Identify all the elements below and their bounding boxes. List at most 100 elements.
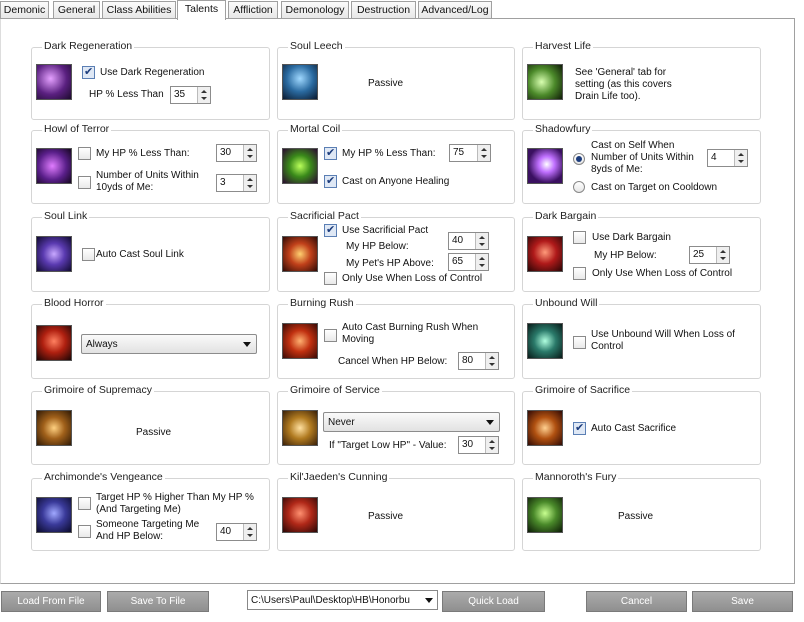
cast-on-self-radio[interactable]	[573, 153, 585, 165]
use-sacrificial-pact-checkbox[interactable]	[324, 223, 337, 237]
tab-affliction[interactable]: Affliction	[228, 1, 278, 19]
grimoire-service-select[interactable]: Never	[323, 412, 500, 432]
group-title: Burning Rush	[288, 297, 356, 309]
target-hp-higher-checkbox[interactable]	[78, 497, 91, 510]
group-title: Dark Bargain	[533, 210, 599, 222]
someone-targeting-spinner[interactable]: 40	[216, 523, 257, 541]
group-title: Sacrificial Pact	[288, 210, 361, 222]
grimoire-service-group: Grimoire of Service Never If "Target Low…	[277, 384, 515, 465]
unbound-will-label: Use Unbound Will When Loss of Control	[591, 329, 735, 352]
grimoire-supremacy-group: Grimoire of Supremacy Passive	[31, 384, 270, 465]
group-title: Unbound Will	[533, 297, 600, 309]
howl-of-terror-group: Howl of Terror My HP % Less Than: 30 Num…	[31, 123, 270, 204]
cast-on-healing-checkbox[interactable]	[324, 174, 337, 188]
dark-bargain-icon	[527, 236, 563, 272]
shadowfury-icon	[527, 148, 563, 184]
cancel-hp-label: Cancel When HP Below:	[338, 356, 448, 367]
pet-hp-spinner[interactable]: 65	[448, 253, 489, 271]
blood-horror-icon	[36, 325, 72, 361]
auto-cast-sacrifice-checkbox[interactable]	[573, 421, 586, 435]
tab-demonology[interactable]: Demonology	[281, 1, 349, 19]
shadowfury-group: Shadowfury Cast on Self When Number of U…	[522, 123, 761, 204]
group-title: Grimoire of Supremacy	[42, 384, 154, 396]
spinner-value: 30	[462, 439, 474, 450]
tab-bar: Demonic General Class Abilities Talents …	[0, 0, 804, 20]
spinner-value: 40	[452, 235, 464, 246]
howl-hp-label: My HP % Less Than:	[96, 148, 190, 159]
profile-path-select[interactable]: C:\Users\Paul\Desktop\HB\Honorbu	[247, 590, 438, 610]
harvest-life-icon	[527, 64, 563, 100]
cancel-button[interactable]: Cancel	[586, 591, 687, 612]
sacrificial-hp-spinner[interactable]: 40	[448, 232, 489, 250]
cancel-hp-spinner[interactable]: 80	[458, 352, 499, 370]
group-title: Kil'Jaeden's Cunning	[288, 471, 390, 483]
unbound-will-icon	[527, 323, 563, 359]
passive-label: Passive	[368, 78, 404, 89]
shadowfury-units-spinner[interactable]: 4	[707, 149, 748, 167]
tab-destruction[interactable]: Destruction	[351, 1, 416, 19]
target-low-hp-label: If "Target Low HP" - Value:	[329, 440, 447, 451]
use-dark-bargain-checkbox[interactable]	[573, 231, 586, 244]
spinner-value: 80	[462, 355, 474, 366]
cast-on-self-label: Cast on Self When Number of Units Within…	[591, 140, 694, 175]
spinner-value: 75	[453, 147, 465, 158]
hp-less-than-spinner[interactable]: 35	[170, 86, 211, 104]
burning-rush-group: Burning Rush Auto Cast Burning Rush When…	[277, 297, 515, 379]
sacrificial-pact-group: Sacrificial Pact Use Sacrificial Pact My…	[277, 210, 515, 292]
spinner-value: 40	[220, 526, 232, 537]
auto-cast-sacrifice-label: Auto Cast Sacrifice	[591, 423, 677, 434]
grimoire-sacrifice-icon	[527, 410, 563, 446]
mortal-coil-hp-checkbox[interactable]	[324, 146, 337, 160]
sacrificial-loss-control-checkbox[interactable]	[324, 272, 337, 285]
dark-bargain-loss-control-checkbox[interactable]	[573, 267, 586, 280]
howl-units-spinner[interactable]: 3	[216, 174, 257, 192]
passive-label: Passive	[136, 427, 172, 438]
mannoroths-fury-icon	[527, 497, 563, 533]
blood-horror-select[interactable]: Always	[81, 334, 257, 354]
grimoire-service-icon	[282, 410, 318, 446]
mortal-coil-hp-spinner[interactable]: 75	[449, 144, 491, 162]
cast-on-target-radio[interactable]	[573, 181, 585, 193]
save-button[interactable]: Save	[692, 591, 793, 612]
someone-targeting-checkbox[interactable]	[78, 525, 91, 538]
use-dark-regeneration-checkbox[interactable]	[82, 65, 95, 79]
sacrificial-pact-icon	[282, 236, 318, 272]
tab-general[interactable]: General	[53, 1, 100, 19]
spinner-value: 65	[452, 256, 464, 267]
auto-cast-soul-link-checkbox[interactable]	[82, 248, 95, 261]
select-value: Never	[328, 417, 355, 428]
save-to-file-button[interactable]: Save To File	[107, 591, 209, 612]
unbound-will-checkbox[interactable]	[573, 336, 586, 349]
spinner-value: 25	[693, 249, 705, 260]
chevron-down-icon	[486, 420, 494, 425]
group-title: Grimoire of Sacrifice	[533, 384, 633, 396]
use-dark-bargain-label: Use Dark Bargain	[592, 232, 671, 243]
tab-demonic[interactable]: Demonic	[0, 1, 49, 19]
quick-load-button[interactable]: Quick Load	[442, 591, 545, 612]
dark-bargain-hp-spinner[interactable]: 25	[689, 246, 730, 264]
auto-cast-soul-link-label: Auto Cast Soul Link	[96, 249, 184, 260]
dark-bargain-hp-label: My HP Below:	[594, 250, 657, 261]
howl-hp-checkbox[interactable]	[78, 147, 91, 160]
spinner-value: 4	[711, 152, 717, 163]
tab-advanced-log[interactable]: Advanced/Log	[418, 1, 492, 19]
tab-class-abilities[interactable]: Class Abilities	[102, 1, 176, 19]
pet-hp-label: My Pet's HP Above:	[346, 258, 434, 269]
dark-regeneration-group: Dark Regeneration Use Dark Regeneration …	[31, 40, 270, 120]
group-title: Mannoroth's Fury	[533, 471, 619, 483]
target-low-hp-spinner[interactable]: 30	[458, 436, 499, 454]
unbound-will-group: Unbound Will Use Unbound Will When Loss …	[522, 297, 761, 379]
passive-label: Passive	[368, 511, 404, 522]
howl-units-checkbox[interactable]	[78, 176, 91, 189]
harvest-life-note: See 'General' tab for setting (as this c…	[575, 67, 672, 102]
cast-on-target-label: Cast on Target on Cooldown	[591, 182, 718, 193]
group-title: Soul Leech	[288, 40, 345, 52]
howl-hp-spinner[interactable]: 30	[216, 144, 257, 162]
mortal-coil-icon	[282, 148, 318, 184]
tab-talents[interactable]: Talents	[177, 0, 226, 20]
use-dark-regeneration-label: Use Dark Regeneration	[100, 67, 205, 78]
grimoire-supremacy-icon	[36, 410, 72, 446]
auto-cast-burning-rush-checkbox[interactable]	[324, 329, 337, 342]
load-from-file-button[interactable]: Load From File	[1, 591, 101, 612]
group-title: Dark Regeneration	[42, 40, 135, 52]
